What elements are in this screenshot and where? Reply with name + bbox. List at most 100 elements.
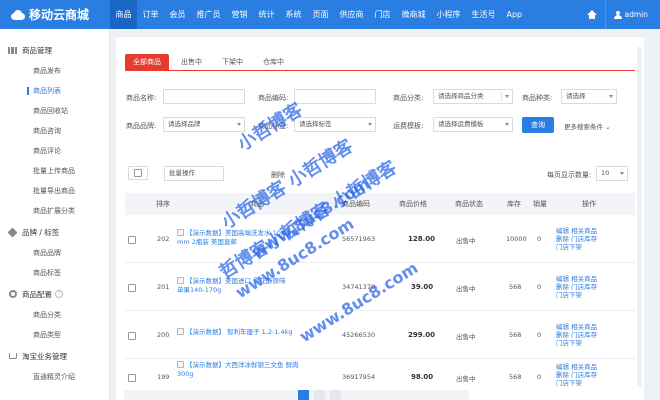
topnav-item-goods[interactable]: 商品 (110, 0, 137, 29)
topnav-item-promoters[interactable]: 推广员 (191, 0, 226, 29)
pagination-current-page[interactable] (298, 390, 309, 400)
product-name-link[interactable]: 【演示数据】美国高端洗发水 10R 280 mm 2瓶装 美国直邮 (177, 229, 300, 247)
gear-icon (8, 290, 17, 298)
related-goods-link[interactable]: 相关商品 (571, 275, 597, 283)
more-conditions-link[interactable]: 更多搜索条件 ⌄ (564, 121, 611, 131)
chevron-down-icon (609, 95, 613, 98)
goods-type-select[interactable]: 请选择 (561, 89, 617, 104)
sidebar-item-batch-upload[interactable]: 批量上传商品 (0, 161, 109, 181)
edit-link[interactable]: 编辑 (556, 275, 569, 283)
sort-value[interactable]: 199 (157, 373, 169, 381)
product-name-link[interactable]: 【演示数据】 智利车厘子 1.2-1.4kg (177, 328, 293, 337)
topnav-item-suppliers[interactable]: 供应商 (334, 0, 369, 29)
home-button[interactable] (579, 0, 605, 29)
sidebar-item-goods-type[interactable]: 商品类型 (0, 325, 109, 345)
edit-link[interactable]: 编辑 (556, 363, 569, 371)
sidebar-group-taobao[interactable]: 淘宝业务管理 (0, 345, 109, 367)
help-icon[interactable]: ? (55, 290, 63, 298)
related-goods-link[interactable]: 相关商品 (571, 363, 597, 371)
delete-link[interactable]: 删除 (556, 331, 569, 339)
sidebar-item-goods-reviews[interactable]: 商品评论 (0, 141, 109, 161)
store-offshelf-link[interactable]: 门店下架 (556, 243, 582, 251)
sidebar-item-batch-export[interactable]: 批量导出商品 (0, 181, 109, 201)
sort-value[interactable]: 201 (157, 283, 169, 291)
column-header-price[interactable]: 商品价格 (399, 193, 427, 215)
sidebar-group-goods-management[interactable]: 商品管理 (0, 39, 109, 61)
topnav-item-life-account[interactable]: 生活号 (466, 0, 501, 29)
store-offshelf-link[interactable]: 门店下架 (556, 379, 582, 387)
product-name-link[interactable]: 【演示数据】美国进口 雪花酥原味 单果140-170g (177, 277, 286, 295)
topnav-item-system[interactable]: 系统 (280, 0, 307, 29)
row-checkbox[interactable] (128, 236, 136, 244)
topnav-item-marketing[interactable]: 营销 (226, 0, 253, 29)
app-logo[interactable]: 移动云商城 (0, 0, 110, 29)
sidebar-item-goods-tag[interactable]: 商品标签 (0, 263, 109, 283)
topnav-item-app[interactable]: App (501, 0, 528, 29)
batch-action-select[interactable]: 批量操作 (164, 166, 224, 181)
row-checkbox[interactable] (128, 284, 136, 292)
sidebar-group-brand-tag[interactable]: 品牌 / 标签 (0, 221, 109, 243)
sidebar-item-goods-brand[interactable]: 商品品牌 (0, 243, 109, 263)
product-name-link[interactable]: 【演示数据】大西洋冰鲜银三文鱼 鲜肉 300g (177, 361, 299, 379)
brand-select[interactable]: 请选择品牌 (163, 117, 245, 132)
row-checkbox[interactable] (128, 332, 136, 340)
app-name: 移动云商城 (29, 8, 90, 22)
tab-off-shelf[interactable]: 下架中 (214, 54, 251, 70)
category-select[interactable]: 请选择商品分类 (433, 89, 513, 104)
edit-link[interactable]: 编辑 (556, 227, 569, 235)
scrollbar[interactable] (637, 47, 642, 387)
column-header-sales[interactable]: 销量 (533, 193, 547, 215)
delete-link[interactable]: 删除 (556, 371, 569, 379)
sidebar-item-goods-list[interactable]: 商品列表 (0, 81, 109, 101)
store-stock-link[interactable]: 门店库存 (571, 331, 597, 339)
delete-button[interactable]: 删除 (271, 170, 285, 180)
tab-in-warehouse[interactable]: 仓库中 (255, 54, 292, 70)
sidebar-item-publish-goods[interactable]: 商品发布 (0, 61, 109, 81)
edit-link[interactable]: 编辑 (556, 323, 569, 331)
delete-link[interactable]: 删除 (556, 283, 569, 291)
topnav-item-wechat-mall[interactable]: 微商城 (396, 0, 431, 29)
product-name-line: mm 2瓶装 美国直邮 (177, 238, 237, 246)
store-stock-link[interactable]: 门店库存 (571, 371, 597, 379)
sidebar-group-goods-config[interactable]: 商品配置 ? (0, 283, 109, 305)
pagination-page[interactable] (314, 390, 325, 400)
checkbox (134, 169, 142, 177)
select-all-checkbox[interactable] (128, 166, 148, 180)
tag-select[interactable]: 请选择标签 (294, 117, 376, 132)
goods-code-input[interactable] (294, 89, 376, 104)
freight-template-select[interactable]: 请选择运费模板 (433, 117, 513, 132)
sort-value[interactable]: 200 (157, 331, 169, 339)
store-offshelf-link[interactable]: 门店下架 (556, 339, 582, 347)
sidebar-item-recycle-bin[interactable]: 商品回收站 (0, 101, 109, 121)
related-goods-link[interactable]: 相关商品 (571, 227, 597, 235)
row-checkbox[interactable] (128, 374, 136, 382)
sidebar-item-extended-category[interactable]: 商品扩展分类 (0, 201, 109, 221)
column-header-stock[interactable]: 库存 (507, 193, 521, 215)
topnav-item-mini-program[interactable]: 小程序 (431, 0, 466, 29)
batch-action-value: 批量操作 (169, 169, 195, 177)
user-menu[interactable]: admin (606, 10, 660, 19)
sort-value[interactable]: 202 (157, 235, 169, 243)
product-code: 36917954 (342, 373, 376, 381)
column-header-code[interactable]: 商品编码 (342, 193, 370, 215)
store-stock-link[interactable]: 门店库存 (571, 283, 597, 291)
topnav-item-stores[interactable]: 门店 (369, 0, 396, 29)
goods-name-input[interactable] (163, 89, 245, 104)
sidebar-item-goods-consult[interactable]: 商品咨询 (0, 121, 109, 141)
tab-on-sale[interactable]: 出售中 (173, 54, 210, 70)
topnav-item-pages[interactable]: 页面 (307, 0, 334, 29)
topnav-item-statistics[interactable]: 统计 (253, 0, 280, 29)
topnav-item-orders[interactable]: 订单 (137, 0, 164, 29)
sidebar-item-express-intro[interactable]: 直通精灵介绍 (0, 367, 109, 387)
store-offshelf-link[interactable]: 门店下架 (556, 291, 582, 299)
delete-link[interactable]: 删除 (556, 235, 569, 243)
column-header-sort[interactable]: 排序 (156, 193, 170, 215)
related-goods-link[interactable]: 相关商品 (571, 323, 597, 331)
search-button[interactable]: 查询 (522, 117, 554, 133)
store-stock-link[interactable]: 门店库存 (571, 235, 597, 243)
topnav-item-members[interactable]: 会员 (164, 0, 191, 29)
pagination-page[interactable] (330, 390, 341, 400)
tab-all-goods[interactable]: 全部商品 (125, 54, 169, 70)
sidebar-item-goods-category[interactable]: 商品分类 (0, 305, 109, 325)
page-size-select[interactable]: 10 (596, 166, 628, 181)
